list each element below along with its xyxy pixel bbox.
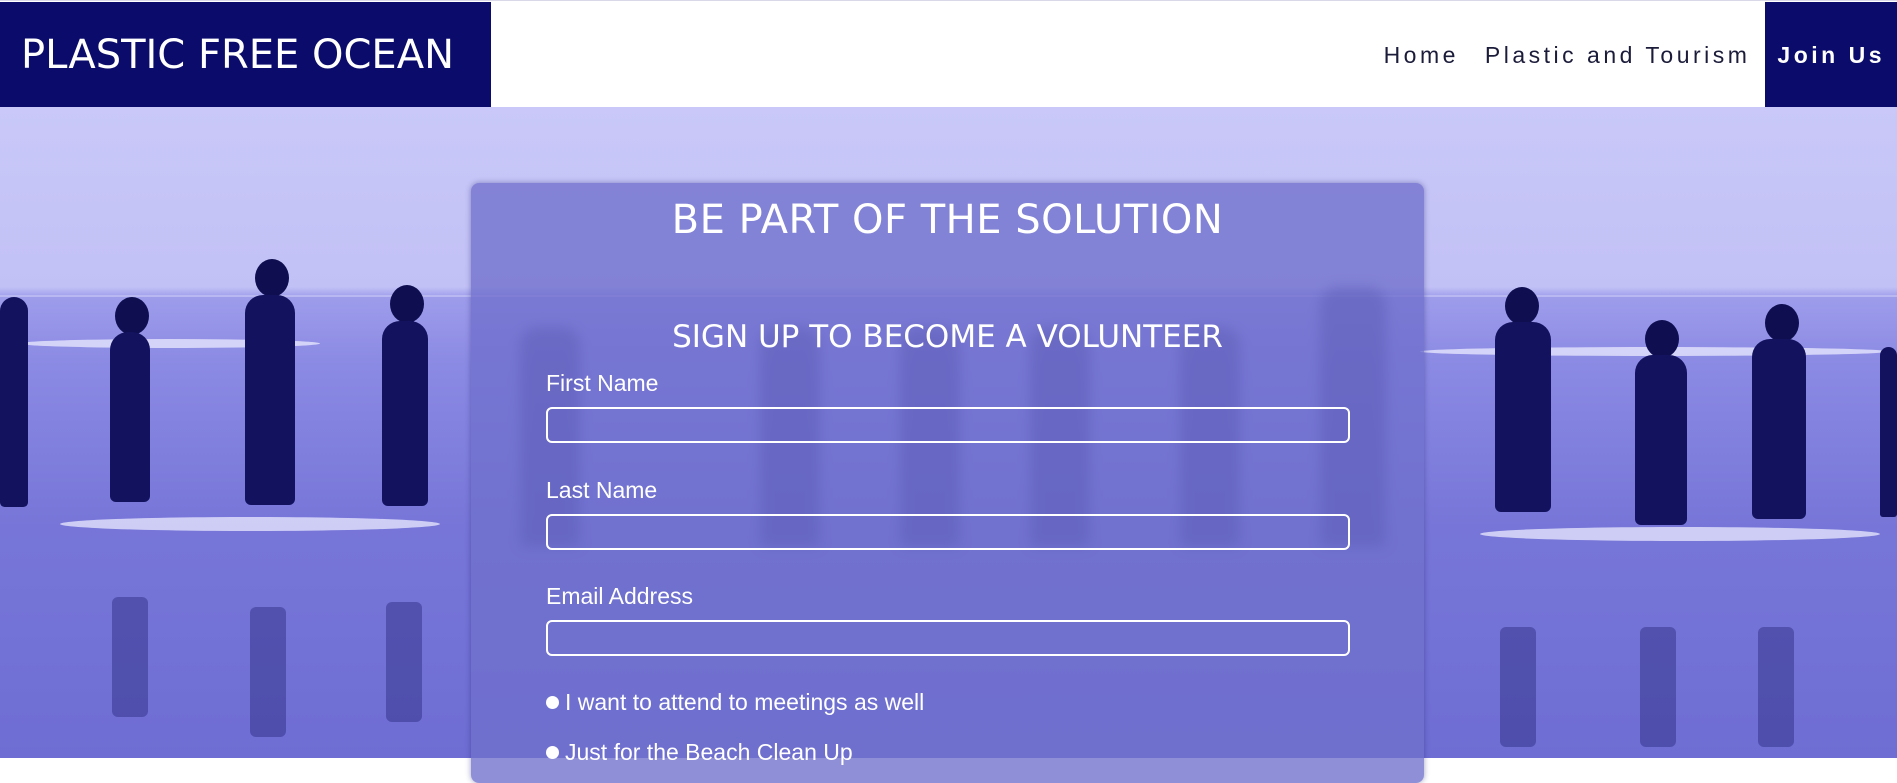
person-head — [1505, 287, 1539, 325]
signup-panel: BE PART OF THE SOLUTION SIGN UP TO BECOM… — [471, 183, 1424, 783]
person-silhouette — [1635, 355, 1687, 525]
wave — [1480, 527, 1880, 541]
person-head — [390, 285, 424, 323]
nav-home[interactable]: Home — [1371, 2, 1472, 108]
person-silhouette — [245, 295, 295, 505]
person-head — [1765, 304, 1799, 342]
first-name-field[interactable] — [546, 407, 1350, 443]
first-name-label: First Name — [546, 370, 659, 396]
nav-join-us[interactable]: Join Us — [1765, 2, 1897, 108]
email-label: Email Address — [546, 583, 694, 609]
person-head — [115, 297, 149, 335]
radio-button[interactable] — [546, 696, 559, 709]
panel-title: BE PART OF THE SOLUTION — [671, 197, 1224, 243]
reflection — [386, 602, 422, 722]
reflection — [112, 597, 148, 717]
option-label: Just for the Beach Clean Up — [565, 739, 853, 765]
panel-subtitle: SIGN UP TO BECOME A VOLUNTEER — [672, 319, 1223, 355]
wave — [60, 517, 440, 531]
nav-plastic-and-tourism[interactable]: Plastic and Tourism — [1472, 2, 1764, 108]
brand-text: PLASTIC FREE OCEAN — [21, 32, 454, 78]
last-name-label: Last Name — [546, 477, 658, 503]
email-field[interactable] — [546, 620, 1350, 656]
radio-button[interactable] — [546, 746, 559, 759]
person-silhouette — [1495, 322, 1551, 512]
person-head — [255, 259, 289, 297]
reflection — [1500, 627, 1536, 747]
person-silhouette — [1880, 347, 1897, 517]
last-name-field[interactable] — [546, 514, 1350, 550]
option-beach-cleanup[interactable]: Just for the Beach Clean Up — [546, 739, 853, 766]
option-meetings[interactable]: I want to attend to meetings as well — [546, 689, 924, 716]
reflection — [250, 607, 286, 737]
person-silhouette — [110, 332, 150, 502]
site-logo[interactable]: PLASTIC FREE OCEAN — [0, 2, 491, 108]
reflection — [1758, 627, 1794, 747]
person-silhouette — [1752, 339, 1806, 519]
person-head — [1645, 320, 1679, 358]
option-label: I want to attend to meetings as well — [565, 689, 925, 715]
person-silhouette — [382, 321, 428, 506]
reflection — [1640, 627, 1676, 747]
main-nav: Home Plastic and Tourism Join Us — [1371, 2, 1897, 108]
site-header: PLASTIC FREE OCEAN Home Plastic and Tour… — [0, 0, 1897, 108]
person-silhouette — [0, 297, 28, 507]
